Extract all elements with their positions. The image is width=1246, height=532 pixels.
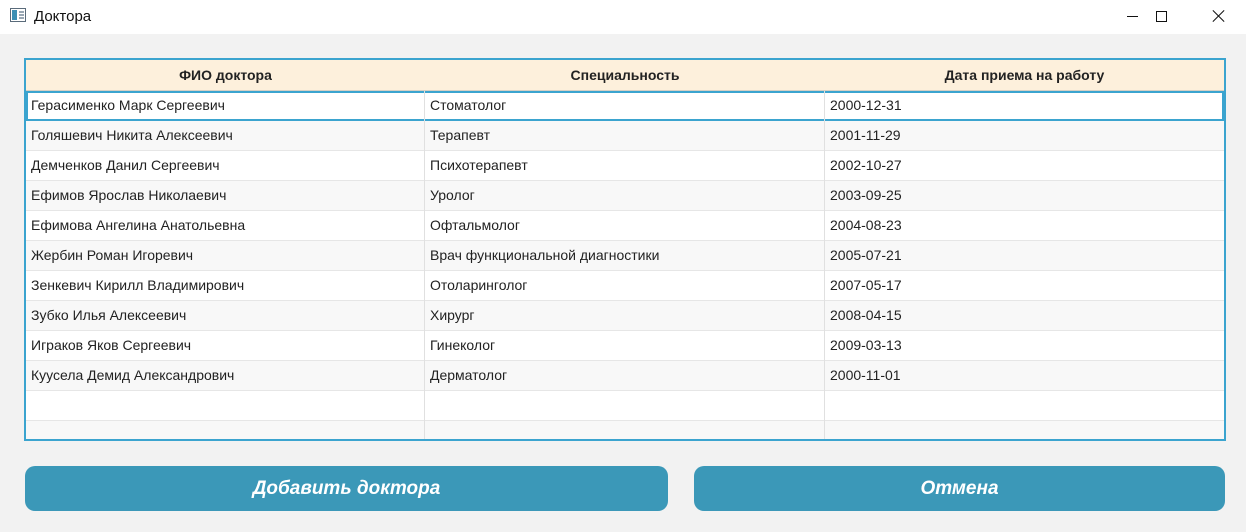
- cell-name: Зубко Илья Алексеевич: [26, 301, 425, 331]
- column-header-specialty[interactable]: Специальность: [425, 60, 825, 91]
- cell-specialty: Дерматолог: [425, 361, 825, 391]
- cell-hire-date: 2000-12-31: [830, 97, 902, 113]
- empty-table-row: [26, 391, 1224, 421]
- cell-specialty: Врач функциональной диагностики: [425, 241, 825, 271]
- add-doctor-button[interactable]: Добавить доктора: [25, 466, 668, 511]
- table-row[interactable]: Зубко Илья Алексеевич Хирург 2008-04-15: [26, 301, 1224, 331]
- cancel-button[interactable]: Отмена: [694, 466, 1225, 511]
- maximize-button[interactable]: [1138, 0, 1184, 32]
- empty-cell: [825, 391, 1224, 421]
- cell-hire-date: 2007-05-17: [830, 277, 902, 293]
- table-row[interactable]: Демченков Данил Сергеевич Психотерапевт 20…: [26, 151, 1224, 181]
- cell-name: Демченков Данил Сергеевич: [26, 151, 425, 181]
- cell-hire-date: 2002-10-27: [830, 157, 902, 173]
- cell-specialty: Хирург: [425, 301, 825, 331]
- empty-cell: [825, 421, 1224, 439]
- cell-specialty: Психотерапевт: [425, 151, 825, 181]
- empty-table-row: [26, 421, 1224, 439]
- table-header: ФИО доктора Специальность Дата приема на…: [26, 60, 1224, 91]
- cell-name: Жербин Роман Игоревич: [26, 241, 425, 271]
- cell-specialty: Стоматолог: [425, 91, 825, 121]
- window-title: Доктора: [34, 8, 92, 25]
- cell-specialty: Гинеколог: [425, 331, 825, 361]
- table-row[interactable]: Куусела Демид Александрович Дерматолог 200…: [26, 361, 1224, 391]
- close-button[interactable]: [1196, 0, 1242, 32]
- minimize-icon: [1126, 15, 1138, 17]
- table-row[interactable]: Голяшевич Никита Алексеевич Терапевт 2001-…: [26, 121, 1224, 151]
- cell-name: Ефимов Ярослав Николаевич: [26, 181, 425, 211]
- table-row[interactable]: Герасименко Марк Сергеевич Стоматолог 2000…: [26, 91, 1224, 121]
- cell-name: Ефимова Ангелина Анатольевна: [26, 211, 425, 241]
- table-row[interactable]: Жербин Роман Игоревич Врач функциональной…: [26, 241, 1224, 271]
- cell-hire-date: 2004-08-23: [830, 217, 902, 233]
- title-bar: Доктора: [0, 0, 1246, 34]
- empty-cell: [26, 391, 425, 421]
- column-header-hire-date[interactable]: Дата приема на работу: [825, 60, 1224, 91]
- cell-name: Куусела Демид Александрович: [26, 361, 425, 391]
- cell-hire-date: 2005-07-21: [830, 247, 902, 263]
- table-row[interactable]: Ефимова Ангелина Анатольевна Офтальмолог 2…: [26, 211, 1224, 241]
- cell-hire-date: 2009-03-13: [830, 337, 902, 353]
- maximize-icon: [1155, 10, 1167, 22]
- cell-specialty: Терапевт: [425, 121, 825, 151]
- table-row[interactable]: Игракoв Яков Сергеевич Гинеколог 2009-03-1…: [26, 331, 1224, 361]
- cell-hire-date: 2001-11-29: [830, 127, 901, 143]
- cell-name: Голяшевич Никита Алексеевич: [26, 121, 425, 151]
- cell-hire-date: 2000-11-01: [830, 367, 901, 383]
- table-row[interactable]: Зенкевич Кирилл Владимирович Отоларинголо…: [26, 271, 1224, 301]
- empty-cell: [425, 421, 825, 439]
- cell-name: Игракoв Яков Сергеевич: [26, 331, 425, 361]
- cell-specialty: Офтальмолог: [425, 211, 825, 241]
- close-icon: [1212, 9, 1226, 23]
- cell-specialty: Уролог: [425, 181, 825, 211]
- cell-hire-date: 2008-04-15: [830, 307, 902, 323]
- table-body: Герасименко Марк Сергеевич Стоматолог 2000…: [26, 91, 1224, 439]
- app-window-icon: [10, 8, 26, 22]
- column-header-name[interactable]: ФИО доктора: [26, 60, 425, 91]
- cell-hire-date: 2003-09-25: [830, 187, 902, 203]
- empty-cell: [425, 391, 825, 421]
- empty-cell: [26, 421, 425, 439]
- doctors-table[interactable]: ФИО доктора Специальность Дата приема на…: [24, 58, 1226, 441]
- cell-name: Зенкевич Кирилл Владимирович: [26, 271, 425, 301]
- cell-specialty: Отоларинголог: [425, 271, 825, 301]
- table-row[interactable]: Ефимов Ярослав Николаевич Уролог 2003-09-2…: [26, 181, 1224, 211]
- cell-name: Герасименко Марк Сергеевич: [26, 91, 425, 121]
